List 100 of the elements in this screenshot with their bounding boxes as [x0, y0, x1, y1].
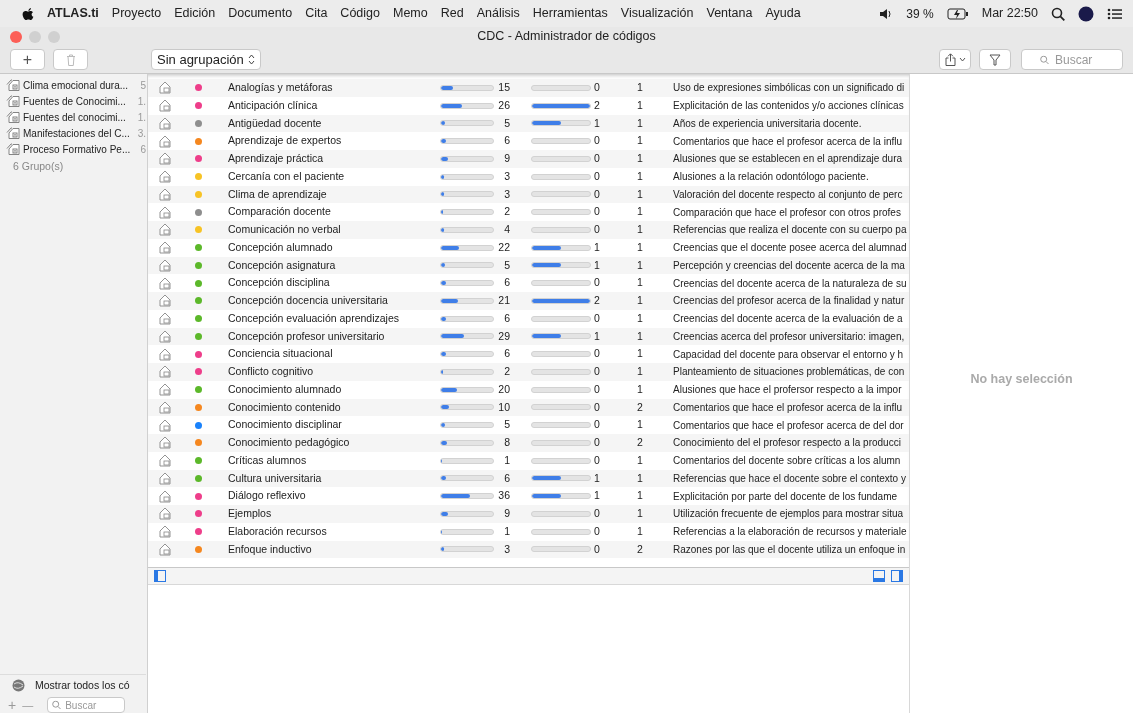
tag-icon — [159, 418, 171, 432]
group-icon — [6, 142, 20, 156]
sidebar-item[interactable]: Manifestaciones del C... 3. — [0, 125, 146, 141]
code-name: Elaboración recursos — [228, 523, 328, 539]
sidebar-item[interactable]: Fuentes de Conocimi... 1. — [0, 93, 146, 109]
clock[interactable]: Mar 22:50 — [981, 4, 1038, 23]
quotation-count: 3 — [503, 186, 510, 202]
link-count: 1 — [594, 239, 601, 255]
comment-text: Referencias a la elaboración de recursos y materiale — [673, 525, 907, 540]
link-count: 0 — [594, 452, 601, 468]
quotation-bar — [440, 244, 494, 251]
quotation-count: 4 — [503, 222, 510, 237]
show-all-item[interactable]: Mostrar todos los có — [0, 674, 146, 696]
table-cell-text: 1 — [636, 470, 644, 486]
search-field[interactable]: Buscar — [47, 697, 126, 713]
quotation-bar — [440, 475, 494, 482]
comment-text: Alusiones a la relación odontólogo paciente. — [673, 170, 869, 185]
quotation-count: 6 — [503, 133, 510, 149]
menu-item[interactable]: Análisis — [476, 4, 520, 23]
quotation-count: 6 — [503, 275, 510, 291]
search-icon[interactable] — [1051, 6, 1065, 21]
menu-item[interactable]: Cita — [305, 4, 328, 23]
menu-item[interactable]: Memo — [393, 4, 428, 23]
menu-item[interactable]: Documento — [228, 4, 293, 23]
code-name: Críticas alumnos — [228, 452, 308, 468]
quotation-bar — [440, 262, 494, 269]
comment-text: Planteamiento de situaciones problemáticas, de con — [673, 365, 905, 380]
quotation-count: 2 — [503, 204, 510, 220]
menu-item[interactable]: Herramientas — [532, 4, 608, 23]
table-cell-text: 1 — [636, 275, 644, 291]
quotation-bar — [440, 209, 494, 216]
table-cell-text: 2 — [636, 435, 644, 450]
code-name: Conocimiento contenido — [228, 399, 342, 415]
comment-text: Alusiones que se establecen en el aprendizaje dura — [673, 152, 903, 167]
quotation-count: 26 — [497, 97, 510, 113]
comment-text: Percepción y creencias del docente acerca de la ma — [673, 258, 905, 273]
chevron-icon — [247, 54, 255, 65]
volume-icon[interactable] — [879, 7, 894, 20]
close-button[interactable] — [10, 31, 22, 43]
list-icon[interactable] — [1107, 7, 1123, 20]
filter-button[interactable] — [979, 49, 1011, 70]
tag-icon — [159, 205, 171, 219]
sidebar-item[interactable]: Proceso Formativo Pe... 6 — [0, 141, 146, 157]
empty-message: No hay selección — [970, 370, 1073, 388]
quotation-bar — [440, 297, 494, 304]
tag-icon — [159, 347, 171, 361]
menu-item[interactable]: Proyecto — [111, 4, 162, 23]
comment-text: Creencias del profesor acerca de la finalidad y natur — [673, 294, 905, 309]
table-cell-text: 1 — [636, 293, 644, 308]
menu-item[interactable]: Ayuda — [765, 4, 801, 23]
quotation-bar — [440, 546, 494, 553]
menu-item[interactable]: Visualización — [620, 4, 694, 23]
battery-icon[interactable] — [946, 7, 969, 20]
link-bar — [531, 297, 591, 304]
table-cell-text: 1 — [636, 523, 644, 539]
link-count: 0 — [594, 133, 601, 149]
menu-item[interactable]: Código — [340, 4, 380, 23]
share-button[interactable] — [939, 49, 971, 70]
code-name: Concepción asignatura — [228, 257, 337, 273]
comment-text: Explicitación de las contenidos y/o acciones clínicas — [673, 99, 904, 114]
link-bar — [531, 333, 591, 340]
quotation-count: 6 — [503, 310, 510, 326]
quotation-bar — [440, 528, 494, 535]
sidebar-item[interactable]: Fuentes del conocimi... 1. — [0, 109, 146, 125]
grouping-dropdown[interactable]: Sin agrupación — [151, 49, 261, 70]
link-count: 2 — [594, 293, 601, 308]
tag-icon — [159, 134, 171, 148]
quotation-bar — [440, 493, 494, 500]
link-count: 0 — [594, 417, 601, 433]
link-bar — [531, 475, 591, 482]
link-count: 0 — [594, 151, 601, 166]
quotation-count: 6 — [503, 346, 510, 362]
quotation-count: 8 — [503, 435, 510, 450]
table-cell-text: 1 — [636, 80, 644, 95]
app-menu[interactable]: ATLAS.ti — [47, 4, 99, 23]
code-name: Concepción alumnado — [228, 239, 334, 255]
menu-item[interactable]: Edición — [174, 4, 216, 23]
link-count: 0 — [594, 346, 601, 362]
sidebar-toggle-icon[interactable] — [154, 570, 166, 582]
group-icon — [6, 94, 20, 108]
quotation-bar — [440, 191, 494, 198]
filter-icon — [989, 53, 1001, 66]
quotation-bar — [440, 173, 494, 180]
link-bar — [531, 493, 591, 500]
bottom-panel-icon[interactable] — [873, 570, 885, 582]
tag-icon — [159, 525, 171, 539]
menu-item[interactable]: Red — [440, 4, 464, 23]
table-cell-text: 1 — [636, 97, 644, 113]
sidebar-item[interactable]: Clima emocional dura... 5 — [0, 77, 146, 93]
table-cell-text: 1 — [636, 381, 644, 397]
search-field[interactable]: Buscar — [1021, 49, 1123, 70]
quotation-bar — [440, 315, 494, 322]
menu-item[interactable]: Ventana — [706, 4, 753, 23]
apple-icon[interactable] — [22, 6, 34, 21]
link-count: 0 — [594, 381, 601, 397]
add-button[interactable]: + — [10, 49, 45, 70]
right-panel-icon[interactable] — [891, 570, 903, 582]
code-name: Enfoque inductivo — [228, 541, 313, 557]
comment-text: Creencias acerca del profesor universitario: imagen, — [673, 329, 905, 344]
code-name: Conciencia situacional — [228, 346, 334, 362]
